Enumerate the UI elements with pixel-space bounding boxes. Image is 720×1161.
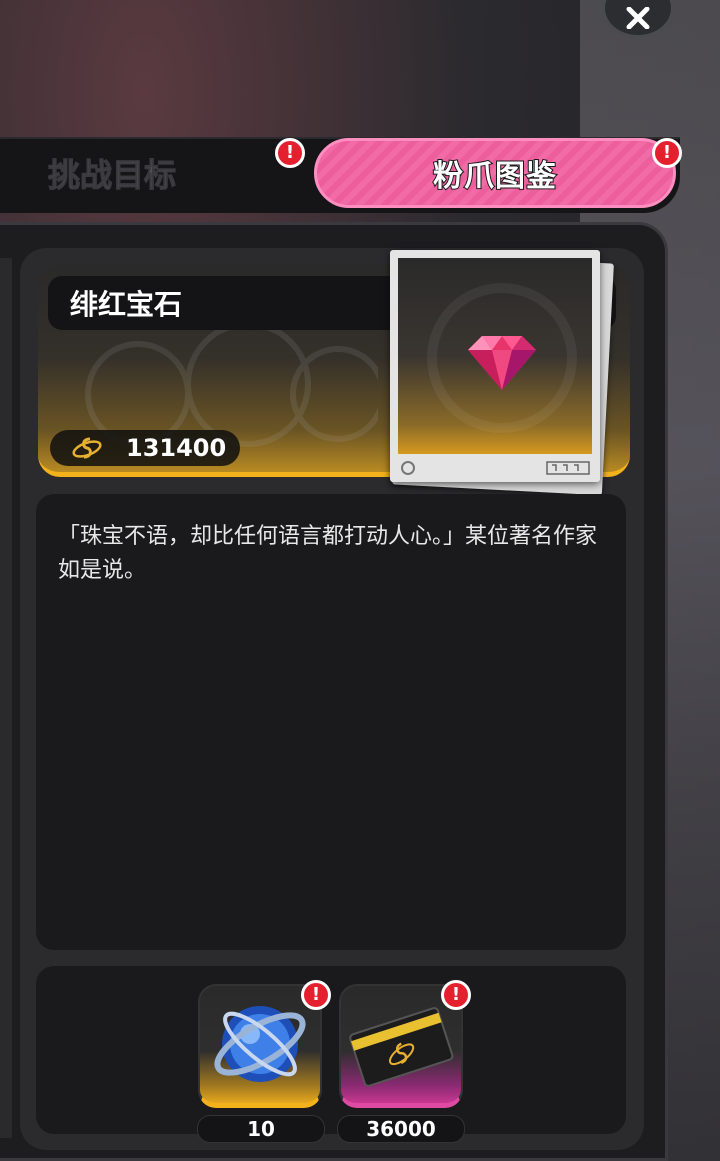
panel-left-strip bbox=[0, 258, 12, 1138]
item-name: 绯红宝石 bbox=[70, 288, 183, 321]
reward-items-box bbox=[36, 966, 626, 1134]
ruby-gem-icon bbox=[427, 283, 577, 433]
tab-pink-claw-catalog[interactable]: 粉爪图鉴 bbox=[314, 138, 676, 208]
item-price: 131400 bbox=[50, 430, 240, 466]
tab-pink-claw-catalog-badge: ! bbox=[652, 138, 682, 168]
reward-slot-2-count: 36000 bbox=[337, 1115, 465, 1143]
item-photo bbox=[398, 258, 592, 454]
blue-orb-icon bbox=[214, 1006, 306, 1082]
item-description-box: 「珠宝不语，却比任何语言都打动人心。」某位著名作家如是说。 bbox=[36, 494, 626, 950]
tab-challenge-goals[interactable]: 挑战目标 bbox=[47, 150, 176, 200]
item-description: 「珠宝不语，却比任何语言都打动人心。」某位著名作家如是说。 bbox=[58, 524, 598, 583]
item-photo-card bbox=[390, 250, 600, 482]
tab-pink-claw-catalog-label: 粉爪图鉴 bbox=[432, 158, 557, 195]
reward-slot-2-badge: ! bbox=[441, 980, 471, 1010]
tab-challenge-goals-badge: ! bbox=[275, 138, 305, 168]
close-icon bbox=[626, 7, 650, 29]
currency-icon bbox=[72, 437, 102, 459]
item-price-value: 131400 bbox=[126, 434, 227, 462]
reward-slot-1-badge: ! bbox=[301, 980, 331, 1010]
photo-logo-icon bbox=[546, 461, 590, 475]
photo-stamp-icon bbox=[401, 461, 415, 475]
reward-slot-1-count: 10 bbox=[197, 1115, 325, 1143]
